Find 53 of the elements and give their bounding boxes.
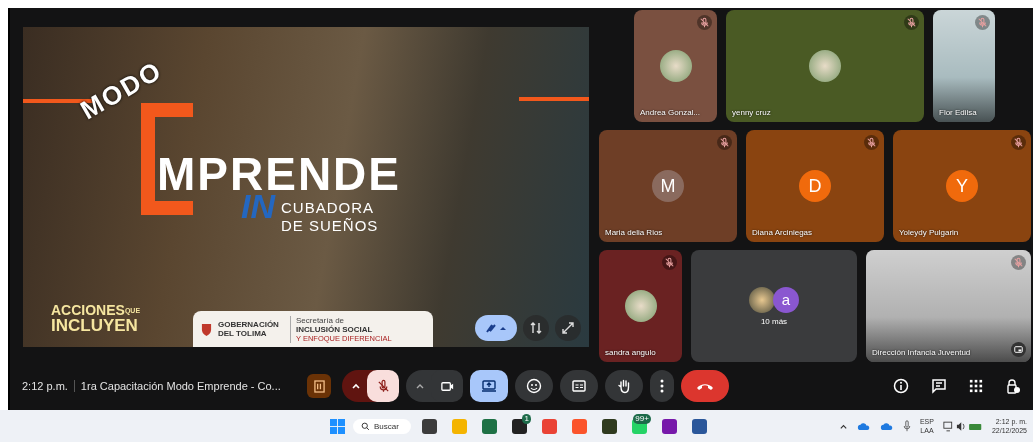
- participant-name: yenny cruz: [732, 108, 771, 117]
- expand-icon: [561, 321, 575, 335]
- more-options-button[interactable]: [650, 370, 674, 402]
- meeting-title: 1ra Capacitación Modo Emprende - Co...: [80, 380, 281, 392]
- participant-name: sandra angulo: [605, 348, 656, 357]
- slide-subtitle: DE SUEÑOS: [281, 217, 379, 235]
- profile-picture: [809, 50, 841, 82]
- participant-name: Dirección Infancia Juventud: [872, 348, 971, 357]
- activities-button[interactable]: [307, 374, 331, 398]
- captions-button[interactable]: [560, 370, 598, 402]
- shield-icon: [201, 322, 212, 336]
- search-icon: [361, 421, 370, 431]
- avatar-initial: a: [773, 286, 799, 313]
- sponsor-text: GOBERNACIÓN DEL TOLIMA: [218, 320, 280, 338]
- notification-badge: 1: [522, 414, 531, 424]
- microphone-control[interactable]: [342, 370, 399, 402]
- reactions-button[interactable]: [515, 370, 553, 402]
- slide-subtitle: CUBADORA: [281, 199, 375, 217]
- participant-name: Andrea Gonzal...: [640, 108, 701, 117]
- avatar-initial: M: [652, 170, 684, 202]
- hand-button[interactable]: [605, 370, 643, 402]
- avatar-initial: Y: [946, 170, 978, 202]
- participant-name: 10 más: [760, 316, 788, 326]
- camera-control[interactable]: [406, 370, 463, 402]
- annotate-button[interactable]: [475, 315, 517, 341]
- present-button[interactable]: [470, 370, 508, 402]
- swap-arrows-icon: [529, 321, 543, 335]
- phone-hang-up-icon: [695, 381, 715, 391]
- participant-name: Diana Arciniegas: [752, 228, 813, 237]
- picture-in-picture-icon: [1011, 342, 1026, 357]
- windows-start-icon[interactable]: [330, 418, 345, 434]
- meeting-time: 2:12 p.m.: [22, 380, 68, 392]
- avatar-initial: D: [799, 170, 831, 202]
- smiley-icon: [526, 378, 542, 394]
- screen-share-icon: [481, 378, 497, 394]
- search-field[interactable]: Buscar: [353, 418, 411, 434]
- participant-name: Flor Edilsa: [939, 108, 977, 117]
- caret-icon: [351, 381, 361, 391]
- profile-picture: [749, 286, 775, 313]
- profile-picture: [659, 50, 692, 82]
- captions-icon: [571, 378, 587, 394]
- participant-name: Yoleydy Pulgarin: [899, 228, 959, 237]
- network-volume-battery-icon[interactable]: [942, 420, 983, 432]
- profile-picture: [624, 290, 657, 322]
- microphone-icon[interactable]: [902, 420, 911, 432]
- notification-badge: 99+: [633, 414, 651, 424]
- cloud-icon[interactable]: [856, 421, 871, 431]
- cloud-icon[interactable]: [879, 421, 894, 431]
- door-icon: [313, 379, 325, 393]
- more-icon: [660, 379, 664, 393]
- participant-name: Maria delia Rios: [605, 228, 663, 237]
- hand-icon: [616, 378, 632, 394]
- leave-call-button[interactable]: [681, 370, 729, 402]
